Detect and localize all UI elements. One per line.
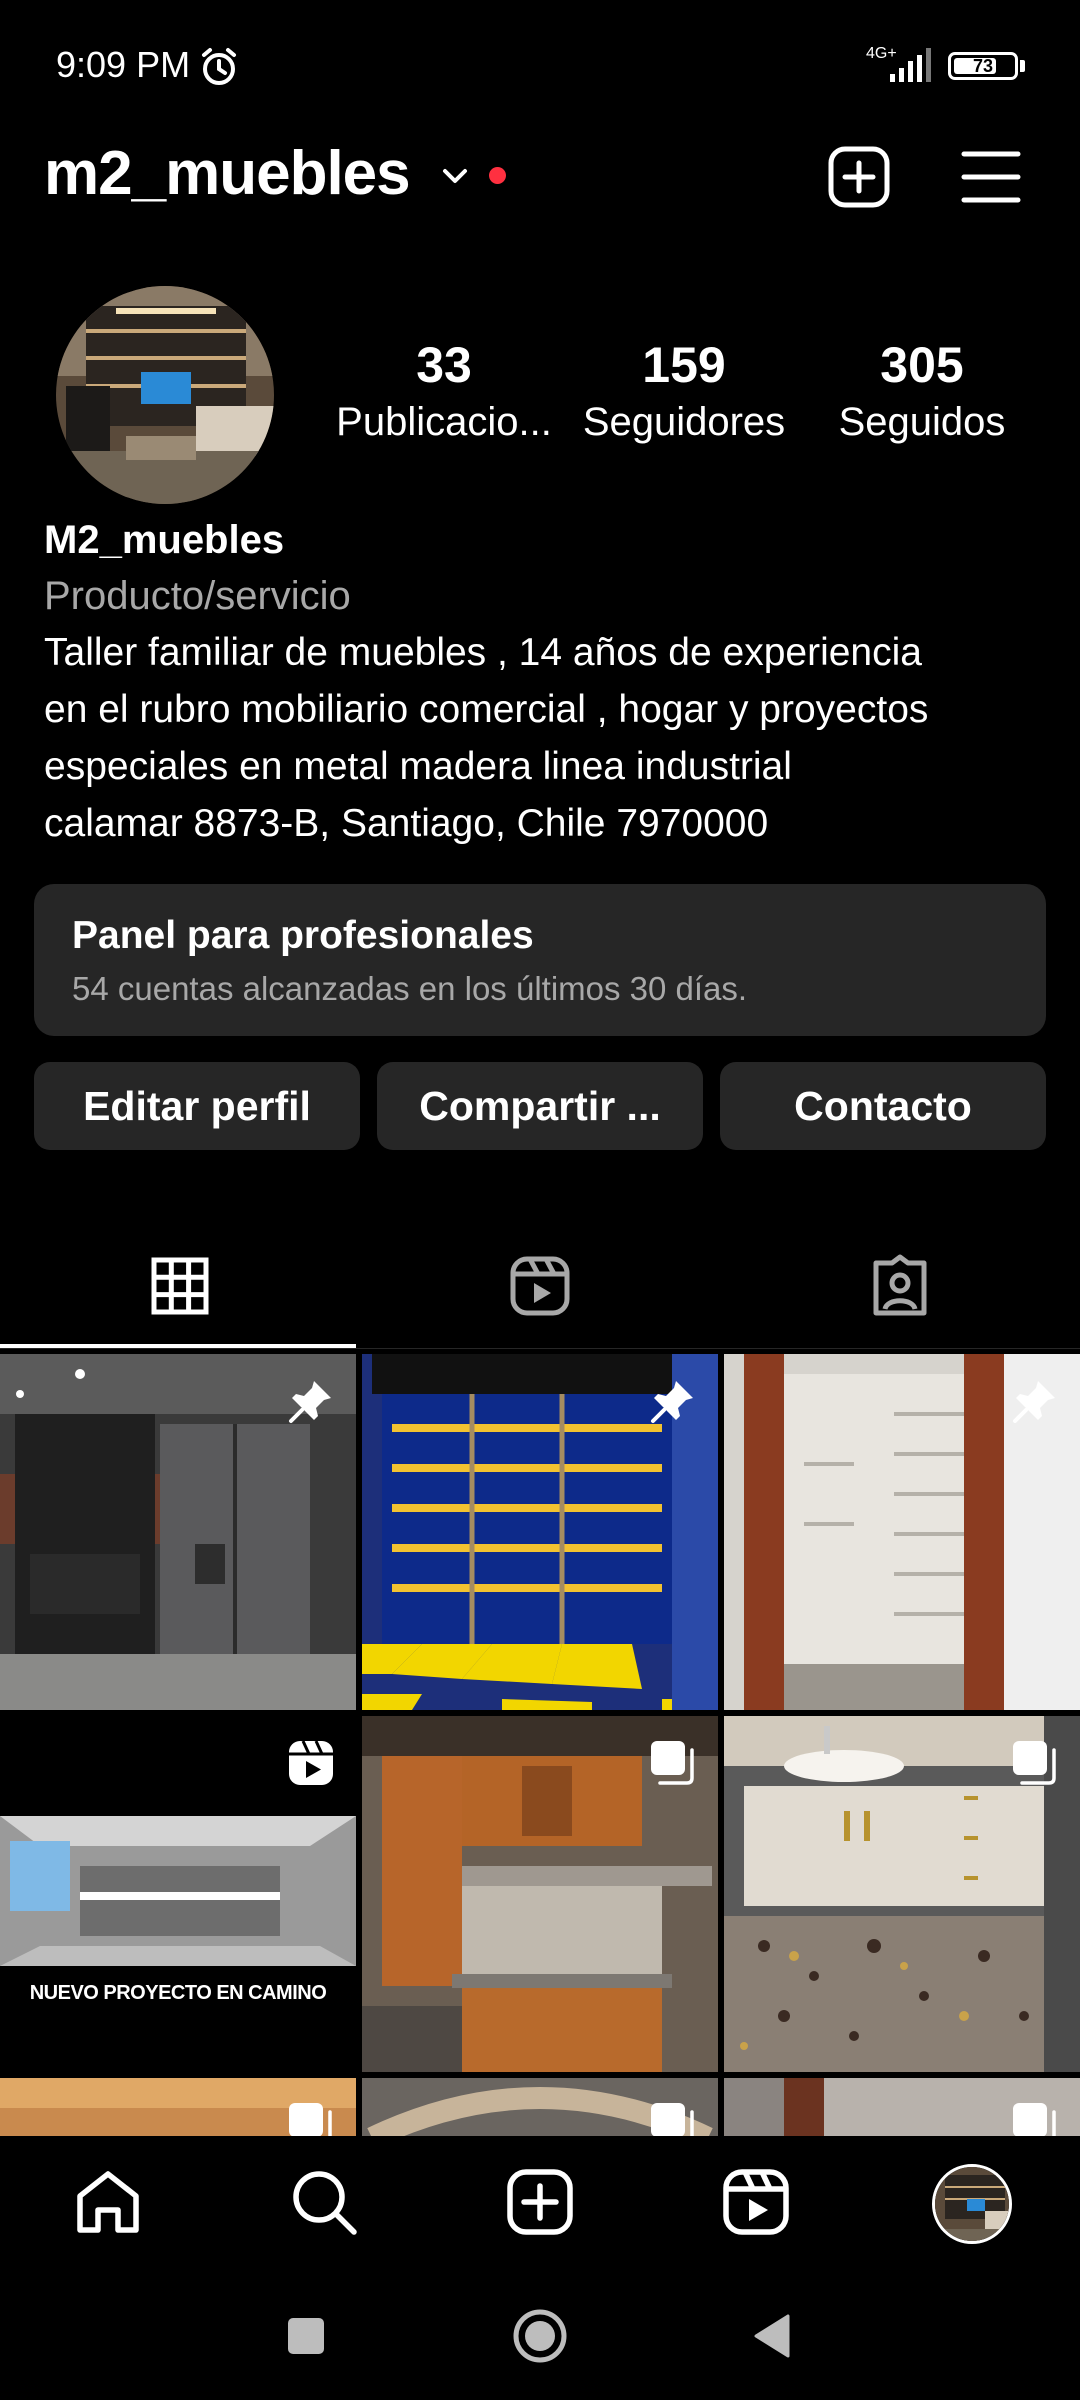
pin-icon — [289, 1381, 331, 1423]
share-profile-button[interactable]: Compartir ... — [377, 1062, 703, 1150]
status-time: 9:09 PM — [56, 44, 191, 85]
profile-avatar[interactable] — [932, 2164, 1012, 2244]
battery-indicator: 73 — [948, 52, 1018, 80]
post-closet-shelves[interactable] — [724, 1354, 1080, 1710]
stat-followers[interactable]: 159 Seguidores — [574, 336, 794, 445]
followers-count: 159 — [642, 337, 726, 393]
post-wood-kitchen[interactable] — [362, 1716, 718, 2072]
create-icon[interactable] — [504, 2166, 576, 2238]
notification-dot — [489, 167, 506, 184]
posts-count: 33 — [416, 337, 472, 393]
profile-bio: Taller familiar de muebles , 14 años de … — [44, 624, 1054, 852]
display-name: M2_muebles — [44, 518, 285, 562]
stat-posts[interactable]: 33 Publicacio... — [332, 336, 556, 445]
bio-line: especiales en metal madera linea industr… — [44, 745, 792, 788]
system-navigation — [0, 2268, 1080, 2400]
status-bar: 9:09 PM 4G+ 73 — [0, 0, 1080, 130]
reels-icon[interactable] — [720, 2166, 792, 2238]
pin-icon — [1013, 1381, 1055, 1423]
profile-avatar[interactable] — [56, 286, 274, 504]
tab-tagged[interactable] — [720, 1238, 1080, 1348]
alarm-icon — [202, 48, 236, 85]
battery-cap — [1020, 60, 1025, 72]
following-label: Seguidos — [838, 400, 1006, 444]
bottom-navigation — [0, 2136, 1080, 2268]
followers-label: Seguidores — [582, 400, 786, 444]
following-count: 305 — [880, 337, 964, 393]
profile-category: Producto/servicio — [44, 574, 351, 618]
menu-icon[interactable] — [958, 144, 1024, 210]
post-kitchen-render[interactable]: NUEVO PROYECTO EN CAMINO — [0, 1716, 356, 2072]
stat-following[interactable]: 305 Seguidos — [822, 336, 1022, 445]
home-button[interactable] — [510, 2306, 570, 2366]
tab-posts[interactable] — [0, 1238, 360, 1348]
home-icon[interactable] — [72, 2166, 144, 2238]
chevron-down-icon[interactable] — [437, 158, 473, 194]
professional-dashboard[interactable]: Panel para profesionales 54 cuentas alca… — [34, 884, 1046, 1036]
post-kitchen-appliances[interactable] — [0, 1354, 356, 1710]
bio-line: en el rubro mobiliario comercial , hogar… — [44, 688, 929, 731]
post-bathroom-vanity[interactable] — [724, 1716, 1080, 2072]
tabs-divider — [0, 1348, 1080, 1349]
pin-icon — [651, 1381, 693, 1423]
posts-label: Publicacio... — [336, 400, 552, 444]
signal-icon — [890, 48, 931, 82]
edit-profile-button[interactable]: Editar perfil — [34, 1062, 360, 1150]
carousel-icon — [651, 1741, 694, 1785]
search-icon[interactable] — [288, 2166, 360, 2238]
post-caption: NUEVO PROYECTO EN CAMINO — [29, 1982, 327, 2004]
reel-icon — [289, 1740, 333, 1785]
grid-icon — [151, 1257, 209, 1315]
create-post-icon[interactable] — [826, 144, 892, 210]
post-display-shelves[interactable] — [362, 1354, 718, 1710]
dashboard-subtitle: 54 cuentas alcanzadas en los últimos 30 … — [72, 970, 748, 1007]
reels-icon — [510, 1256, 570, 1316]
contact-button[interactable]: Contacto — [720, 1062, 1046, 1150]
carousel-icon — [1013, 1741, 1056, 1785]
tagged-icon — [873, 1254, 927, 1316]
battery-level: 73 — [972, 56, 994, 76]
tab-reels[interactable] — [360, 1238, 720, 1348]
dashboard-title: Panel para profesionales — [72, 914, 534, 957]
bio-address[interactable]: calamar 8873-B, Santiago, Chile 7970000 — [44, 795, 1054, 852]
bio-line: Taller familiar de muebles , 14 años de … — [44, 631, 922, 674]
recents-button[interactable] — [276, 2306, 336, 2366]
account-username[interactable]: m2_muebles — [44, 138, 411, 209]
back-button[interactable] — [744, 2306, 804, 2366]
